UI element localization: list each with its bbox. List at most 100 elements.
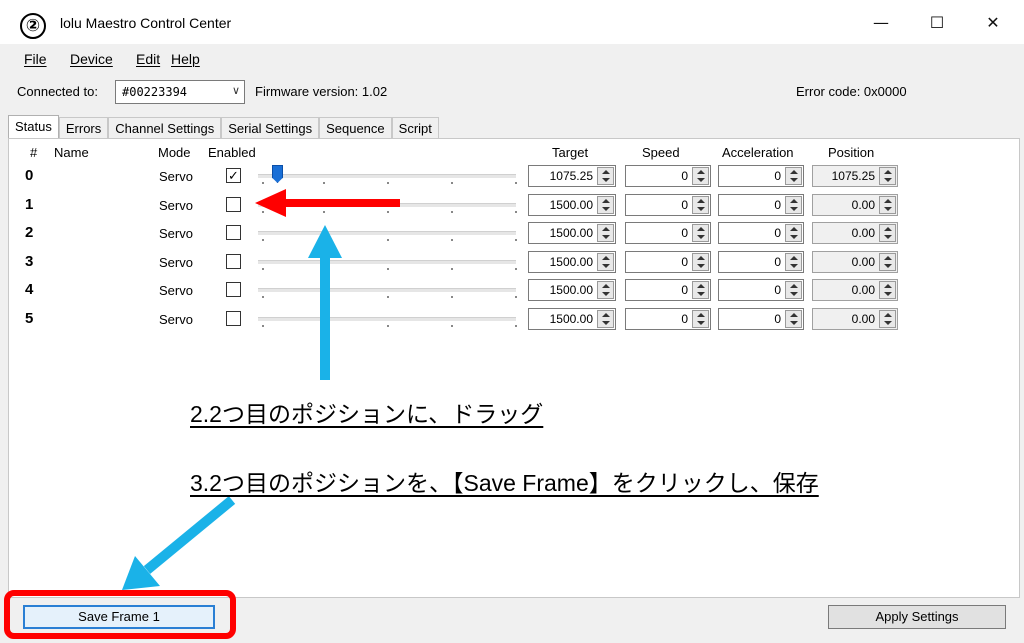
- spinner-icon[interactable]: [785, 224, 802, 242]
- spinner-icon[interactable]: [692, 224, 709, 242]
- spinner-icon[interactable]: [597, 167, 614, 185]
- window-title: lolu Maestro Control Center: [60, 15, 232, 31]
- firmware-version: Firmware version: 1.02: [255, 84, 388, 99]
- speed-field[interactable]: 0: [625, 279, 711, 301]
- position-field-value: 0.00: [851, 226, 875, 240]
- position-field-value: 0.00: [851, 283, 875, 297]
- enabled-checkbox[interactable]: [226, 225, 241, 240]
- error-code: Error code: 0x0000: [796, 84, 907, 99]
- device-select-value: #00223394: [122, 85, 188, 99]
- tab-sequence[interactable]: Sequence: [319, 117, 392, 139]
- enabled-checkbox[interactable]: [226, 254, 241, 269]
- acceleration-field-value: 0: [774, 255, 781, 269]
- spinner-icon[interactable]: [785, 281, 802, 299]
- target-field[interactable]: 1500.00: [528, 279, 616, 301]
- acceleration-field-value: 0: [774, 198, 781, 212]
- speed-field-value: 0: [681, 169, 688, 183]
- speed-field[interactable]: 0: [625, 222, 711, 244]
- step-badge: ②: [20, 13, 46, 39]
- acceleration-field[interactable]: 0: [718, 194, 804, 216]
- slider-tick: [515, 296, 517, 298]
- spinner-icon[interactable]: [597, 310, 614, 328]
- minimize-button[interactable]: —: [858, 6, 904, 40]
- spinner-icon[interactable]: [597, 224, 614, 242]
- channel-slider[interactable]: [258, 174, 517, 184]
- acceleration-field-value: 0: [774, 312, 781, 326]
- spinner-icon: [879, 253, 896, 271]
- tab-channel-settings[interactable]: Channel Settings: [108, 117, 222, 139]
- channel-slider[interactable]: [258, 288, 517, 298]
- slider-tick: [451, 268, 453, 270]
- apply-settings-button[interactable]: Apply Settings: [828, 605, 1006, 629]
- acceleration-field[interactable]: 0: [718, 222, 804, 244]
- acceleration-field[interactable]: 0: [718, 165, 804, 187]
- spinner-icon: [879, 310, 896, 328]
- slider-tick: [323, 211, 325, 213]
- channel-mode: Servo: [159, 169, 193, 184]
- speed-field[interactable]: 0: [625, 165, 711, 187]
- spinner-icon[interactable]: [785, 253, 802, 271]
- channel-mode: Servo: [159, 198, 193, 213]
- speed-field-value: 0: [681, 198, 688, 212]
- spinner-icon[interactable]: [692, 253, 709, 271]
- slider-tick: [323, 182, 325, 184]
- menu-device[interactable]: Device: [70, 51, 113, 67]
- channel-number: 4: [25, 281, 34, 298]
- target-field[interactable]: 1500.00: [528, 194, 616, 216]
- spinner-icon[interactable]: [692, 281, 709, 299]
- acceleration-field[interactable]: 0: [718, 251, 804, 273]
- channel-slider[interactable]: [258, 260, 517, 270]
- target-field[interactable]: 1500.00: [528, 308, 616, 330]
- tab-script[interactable]: Script: [391, 117, 439, 139]
- channel-slider[interactable]: [258, 231, 517, 241]
- spinner-icon[interactable]: [785, 167, 802, 185]
- target-field[interactable]: 1500.00: [528, 251, 616, 273]
- target-field-value: 1500.00: [549, 312, 593, 326]
- spinner-icon[interactable]: [785, 310, 802, 328]
- speed-field[interactable]: 0: [625, 194, 711, 216]
- slider-tick: [515, 182, 517, 184]
- col-enabled: Enabled: [208, 145, 256, 160]
- spinner-icon[interactable]: [597, 253, 614, 271]
- device-select[interactable]: #00223394 ∨: [115, 80, 245, 104]
- close-button[interactable]: ✕: [970, 6, 1016, 40]
- target-field[interactable]: 1500.00: [528, 222, 616, 244]
- channel-number: 5: [25, 310, 34, 327]
- tab-strip: Status Errors Channel Settings Serial Se…: [8, 115, 439, 139]
- speed-field[interactable]: 0: [625, 251, 711, 273]
- acceleration-field-value: 0: [774, 169, 781, 183]
- enabled-checkbox[interactable]: ✓: [226, 168, 241, 183]
- spinner-icon[interactable]: [692, 310, 709, 328]
- enabled-checkbox[interactable]: [226, 197, 241, 212]
- speed-field[interactable]: 0: [625, 308, 711, 330]
- menu-edit[interactable]: Edit: [136, 51, 160, 67]
- channel-number: 1: [25, 196, 34, 213]
- spinner-icon[interactable]: [692, 167, 709, 185]
- channel-mode: Servo: [159, 312, 193, 327]
- tab-serial-settings[interactable]: Serial Settings: [221, 117, 320, 139]
- slider-tick: [262, 325, 264, 327]
- slider-tick: [387, 182, 389, 184]
- channel-slider[interactable]: [258, 317, 517, 327]
- enabled-checkbox[interactable]: [226, 282, 241, 297]
- spinner-icon[interactable]: [597, 281, 614, 299]
- menu-file[interactable]: File: [24, 51, 47, 67]
- spinner-icon[interactable]: [597, 196, 614, 214]
- slider-tick: [262, 211, 264, 213]
- target-field[interactable]: 1075.25: [528, 165, 616, 187]
- channel-slider[interactable]: [258, 203, 517, 213]
- acceleration-field[interactable]: 0: [718, 279, 804, 301]
- maximize-button[interactable]: ☐: [914, 6, 960, 40]
- enabled-checkbox[interactable]: [226, 311, 241, 326]
- menu-help[interactable]: Help: [171, 51, 200, 67]
- tab-errors[interactable]: Errors: [58, 117, 109, 139]
- chevron-down-icon: ∨: [231, 84, 240, 97]
- tab-status[interactable]: Status: [8, 115, 59, 139]
- spinner-icon: [879, 196, 896, 214]
- acceleration-field[interactable]: 0: [718, 308, 804, 330]
- slider-tick: [262, 268, 264, 270]
- spinner-icon[interactable]: [785, 196, 802, 214]
- spinner-icon: [879, 167, 896, 185]
- spinner-icon[interactable]: [692, 196, 709, 214]
- slider-tick: [387, 325, 389, 327]
